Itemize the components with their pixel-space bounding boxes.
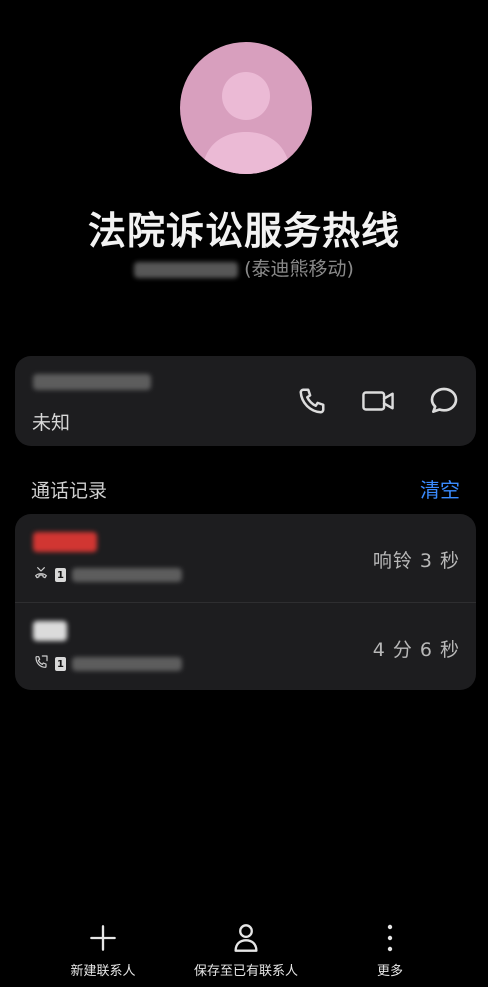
more-button[interactable]: 更多 [360, 920, 420, 979]
phone-icon [299, 388, 325, 414]
phone-subline: (泰迪熊移动) [0, 254, 488, 281]
new-contact-label: 新建联系人 [70, 964, 136, 979]
call-log-card: 1 响铃 3 秒 1 4 分 6 秒 [15, 514, 476, 690]
sim-1-icon: 1 [55, 657, 66, 671]
call-log-row[interactable]: 1 响铃 3 秒 [15, 514, 476, 602]
call-button[interactable] [293, 382, 331, 420]
call-duration: 4 分 6 秒 [372, 639, 460, 661]
redacted-number [33, 374, 151, 390]
number-card[interactable]: 未知 [15, 356, 476, 446]
redacted-number [72, 657, 182, 671]
carrier-label: (泰迪熊移动) [244, 258, 354, 280]
message-icon [430, 387, 458, 413]
redacted-tag [33, 532, 97, 552]
call-log-row[interactable]: 1 4 分 6 秒 [15, 602, 476, 690]
contact-avatar[interactable] [180, 42, 312, 174]
redacted-number [72, 568, 182, 582]
more-vertical-icon [387, 924, 393, 952]
outgoing-call-icon [33, 654, 49, 674]
call-log-detail: 1 [33, 655, 182, 673]
location-label: 未知 [32, 412, 71, 434]
call-duration: 响铃 3 秒 [372, 550, 460, 572]
contact-name: 法院诉讼服务热线 [87, 209, 400, 253]
person-icon [234, 924, 258, 952]
redacted-number [134, 261, 239, 278]
bottom-action-bar: 新建联系人 保存至已有联系人 更多 [0, 916, 488, 987]
save-to-existing-button[interactable]: 保存至已有联系人 [186, 920, 306, 979]
missed-call-icon [33, 565, 49, 585]
person-icon [202, 72, 290, 174]
save-to-existing-label: 保存至已有联系人 [193, 964, 298, 979]
redacted-tag [33, 621, 67, 641]
plus-icon [90, 925, 116, 951]
new-contact-button[interactable]: 新建联系人 [58, 920, 148, 979]
message-button[interactable] [425, 382, 463, 420]
more-label: 更多 [376, 964, 403, 979]
video-call-button[interactable] [359, 382, 397, 420]
video-call-icon [362, 391, 394, 411]
clear-log-button[interactable]: 清空 [420, 474, 460, 503]
call-log-detail: 1 [33, 566, 182, 584]
sim-1-icon: 1 [55, 568, 66, 582]
call-log-title: 通话记录 [31, 480, 108, 502]
